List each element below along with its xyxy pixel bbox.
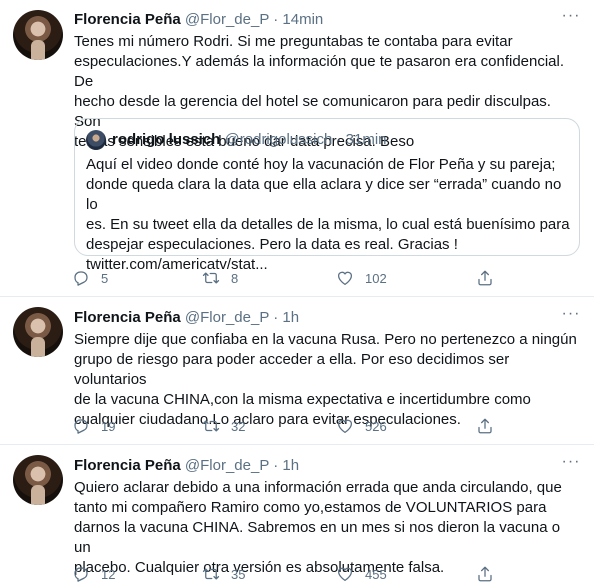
like-count: 102 bbox=[365, 270, 387, 286]
retweet-button[interactable]: 35 bbox=[202, 564, 245, 584]
separator-dot: · bbox=[336, 131, 342, 148]
share-button[interactable] bbox=[476, 268, 494, 288]
like-count: 455 bbox=[365, 566, 387, 582]
author-name[interactable]: Florencia Peña bbox=[74, 457, 181, 474]
reply-button[interactable]: 19 bbox=[72, 416, 115, 436]
tweet-actions: 12 35 455 bbox=[66, 564, 506, 584]
tweet-text: Siempre dije que confiaba en la vacuna R… bbox=[74, 331, 577, 428]
quoted-author-name: rodrigo lussich bbox=[112, 131, 221, 148]
retweet-button[interactable]: 8 bbox=[202, 268, 238, 288]
quoted-tweet-text: Aquí el video donde conté hoy la vacunac… bbox=[86, 156, 570, 273]
tweet-actions: 5 8 102 bbox=[66, 268, 506, 288]
avatar[interactable] bbox=[13, 455, 63, 505]
tweet-actions: 19 32 526 bbox=[66, 416, 506, 436]
author-handle[interactable]: @Flor_de_P bbox=[185, 11, 269, 28]
like-count: 526 bbox=[365, 418, 387, 434]
separator-dot: · bbox=[273, 457, 279, 474]
retweet-icon bbox=[202, 420, 220, 432]
quoted-author-handle: @rodrigolussich bbox=[224, 131, 333, 148]
avatar bbox=[86, 130, 106, 150]
tweet-header: Florencia Peña @Flor_de_P · 1h bbox=[74, 456, 299, 476]
retweet-icon bbox=[202, 568, 220, 580]
reply-button[interactable]: 5 bbox=[72, 268, 108, 288]
like-button[interactable]: 526 bbox=[336, 416, 387, 436]
tweet-time[interactable]: 1h bbox=[282, 309, 299, 326]
timeline-feed: Florencia Peña @Flor_de_P · 14min ··· Te… bbox=[0, 0, 594, 586]
quoted-tweet-time: 31min bbox=[345, 131, 387, 148]
avatar[interactable] bbox=[13, 10, 63, 60]
separator-dot: · bbox=[273, 11, 279, 28]
tweet-header: Florencia Peña @Flor_de_P · 1h bbox=[74, 308, 299, 328]
author-name[interactable]: Florencia Peña bbox=[74, 309, 181, 326]
retweet-count: 35 bbox=[231, 566, 246, 582]
tweet[interactable]: Florencia Peña @Flor_de_P · 14min ··· Te… bbox=[0, 0, 594, 297]
quoted-tweet[interactable]: rodrigo lussich @rodrigolussich · 31min … bbox=[74, 118, 580, 273]
author-name[interactable]: Florencia Peña bbox=[74, 11, 181, 28]
heart-icon bbox=[337, 419, 353, 434]
like-button[interactable]: 455 bbox=[336, 564, 387, 584]
avatar[interactable] bbox=[13, 307, 63, 357]
tweet-header: Florencia Peña @Flor_de_P · 14min bbox=[74, 10, 323, 30]
heart-icon bbox=[337, 567, 353, 582]
reply-icon bbox=[74, 419, 88, 434]
reply-count: 5 bbox=[101, 270, 109, 286]
reply-button[interactable]: 12 bbox=[72, 564, 115, 584]
share-icon bbox=[478, 270, 492, 286]
tweet-time[interactable]: 1h bbox=[282, 457, 299, 474]
retweet-count: 32 bbox=[231, 418, 246, 434]
reply-count: 19 bbox=[101, 418, 116, 434]
more-dots-icon[interactable]: ··· bbox=[561, 454, 581, 476]
separator-dot: · bbox=[273, 309, 279, 326]
retweet-icon bbox=[202, 272, 220, 284]
share-button[interactable] bbox=[476, 416, 494, 436]
heart-icon bbox=[337, 271, 353, 286]
author-handle[interactable]: @Flor_de_P bbox=[185, 309, 269, 326]
quoted-tweet-header: rodrigo lussich @rodrigolussich · 31min bbox=[112, 130, 387, 150]
author-handle[interactable]: @Flor_de_P bbox=[185, 457, 269, 474]
tweet[interactable]: Florencia Peña @Flor_de_P · 1h ··· Siemp… bbox=[0, 297, 594, 445]
share-icon bbox=[478, 418, 492, 434]
tweet[interactable]: Florencia Peña @Flor_de_P · 1h ··· Quier… bbox=[0, 445, 594, 586]
like-button[interactable]: 102 bbox=[336, 268, 387, 288]
retweet-button[interactable]: 32 bbox=[202, 416, 245, 436]
reply-icon bbox=[74, 271, 88, 286]
tweet-text: Quiero aclarar debido a una información … bbox=[74, 479, 562, 576]
share-icon bbox=[478, 566, 492, 582]
retweet-count: 8 bbox=[231, 270, 239, 286]
reply-icon bbox=[74, 567, 88, 582]
reply-count: 12 bbox=[101, 566, 116, 582]
share-button[interactable] bbox=[476, 564, 494, 584]
tweet-time[interactable]: 14min bbox=[282, 11, 323, 28]
more-dots-icon[interactable]: ··· bbox=[561, 8, 581, 30]
more-dots-icon[interactable]: ··· bbox=[561, 306, 581, 328]
